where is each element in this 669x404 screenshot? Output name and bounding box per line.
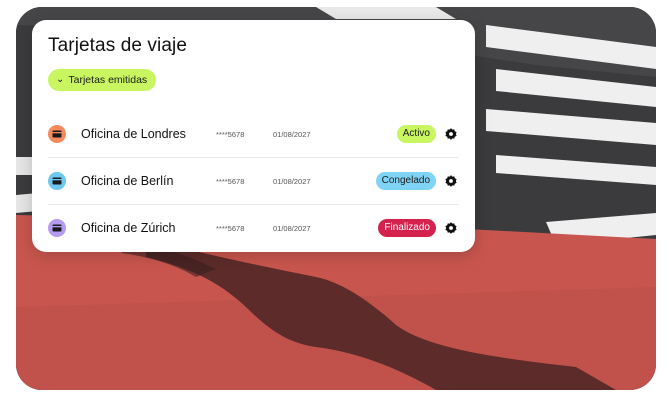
- status-badge: Congelado: [375, 172, 436, 190]
- card-number: ****5678: [216, 176, 245, 186]
- gear-icon[interactable]: [444, 127, 458, 141]
- card-icon: [48, 125, 66, 143]
- card-icon: [48, 219, 66, 237]
- gear-icon[interactable]: [444, 221, 458, 235]
- status-badge: Activo: [396, 125, 436, 143]
- travel-cards-panel: Tarjetas de viaje ⌄ Tarjetas emitidas Of…: [32, 20, 475, 252]
- card-name: Oficina de Zúrich: [81, 221, 176, 235]
- chevron-down-icon: ⌄: [56, 74, 65, 85]
- card-expiry-date: 01/08/2027: [273, 129, 311, 139]
- card-icon: [48, 172, 66, 190]
- card-name: Oficina de Londres: [81, 127, 186, 141]
- card-row-zurich[interactable]: Oficina de Zúrich ****5678 01/08/2027 Fi…: [48, 205, 458, 251]
- panel-title: Tarjetas de viaje: [48, 35, 187, 56]
- card-row-london[interactable]: Oficina de Londres ****5678 01/08/2027 A…: [48, 111, 458, 158]
- card-expiry-date: 01/08/2027: [273, 176, 311, 186]
- card-expiry-date: 01/08/2027: [273, 223, 311, 233]
- card-number: ****5678: [216, 223, 245, 233]
- filter-chip-label: Tarjetas emitidas: [68, 74, 148, 86]
- card-name: Oficina de Berlín: [81, 174, 174, 188]
- issued-cards-filter-chip[interactable]: ⌄ Tarjetas emitidas: [48, 69, 157, 91]
- card-row-berlin[interactable]: Oficina de Berlín ****5678 01/08/2027 Co…: [48, 158, 458, 205]
- card-number: ****5678: [216, 129, 245, 139]
- gear-icon[interactable]: [444, 174, 458, 188]
- status-badge: Finalizado: [378, 219, 436, 237]
